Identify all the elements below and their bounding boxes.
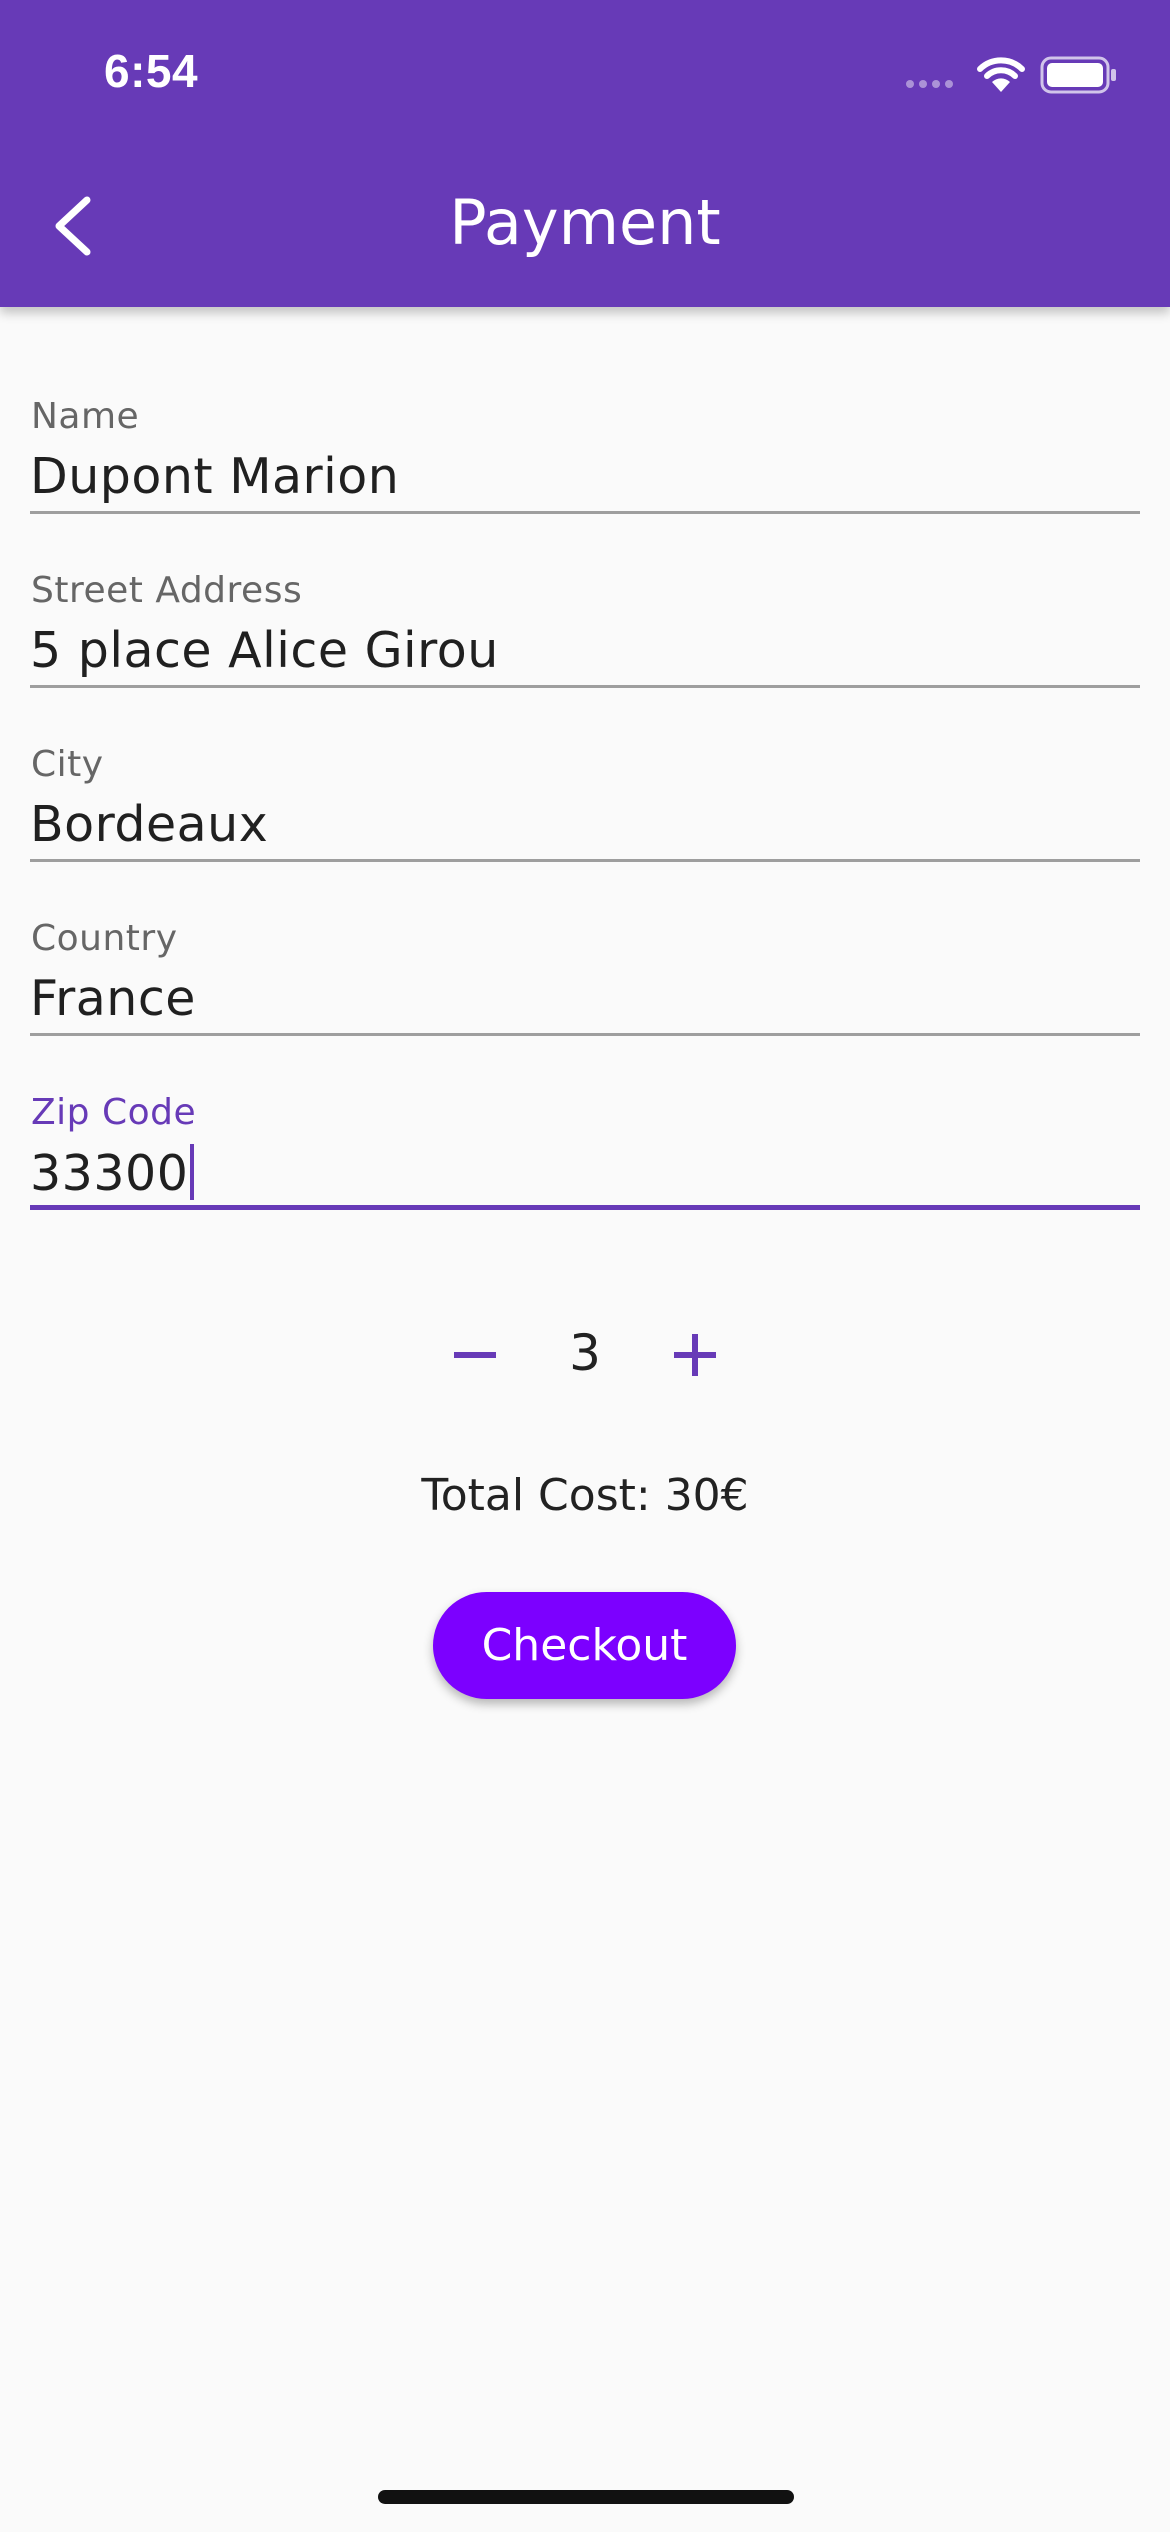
battery-icon bbox=[1040, 56, 1116, 94]
decrease-quantity-button[interactable] bbox=[420, 1300, 530, 1410]
city-value: Bordeaux bbox=[30, 796, 269, 853]
country-field[interactable]: Country France bbox=[30, 862, 1140, 1036]
zip-code-value-wrap: 33300 bbox=[30, 1144, 195, 1202]
street-address-label: Street Address bbox=[31, 570, 303, 611]
page-title: Payment bbox=[449, 186, 721, 259]
country-value: France bbox=[30, 970, 196, 1027]
cellular-signal-icon bbox=[906, 80, 953, 88]
wifi-icon bbox=[977, 57, 1025, 92]
country-label: Country bbox=[31, 918, 178, 959]
total-cost: Total Cost: 30€ bbox=[421, 1470, 749, 1521]
status-time: 6:54 bbox=[104, 45, 199, 97]
name-value: Dupont Marion bbox=[30, 448, 400, 505]
checkout-button[interactable]: Checkout bbox=[433, 1592, 736, 1699]
zip-code-value: 33300 bbox=[30, 1145, 189, 1202]
plus-icon bbox=[674, 1334, 716, 1376]
name-field[interactable]: Name Dupont Marion bbox=[30, 340, 1140, 514]
zip-code-label: Zip Code bbox=[31, 1092, 197, 1133]
street-address-field[interactable]: Street Address 5 place Alice Girou bbox=[30, 514, 1140, 688]
zip-code-field[interactable]: Zip Code 33300 bbox=[30, 1036, 1140, 1210]
name-label: Name bbox=[31, 396, 140, 437]
city-field[interactable]: City Bordeaux bbox=[30, 688, 1140, 862]
quantity-stepper: 3 bbox=[420, 1300, 750, 1410]
increase-quantity-button[interactable] bbox=[640, 1300, 750, 1410]
payment-screen: 6:54 Payment Name Dupont Marion Street A… bbox=[0, 0, 1170, 2532]
quantity-value: 3 bbox=[569, 1324, 601, 1382]
street-address-value: 5 place Alice Girou bbox=[30, 622, 499, 679]
minus-icon bbox=[454, 1352, 496, 1358]
city-label: City bbox=[31, 744, 104, 785]
app-header: 6:54 Payment bbox=[0, 0, 1170, 307]
text-cursor bbox=[190, 1144, 195, 1200]
field-underline-focused bbox=[30, 1205, 1140, 1210]
home-indicator[interactable] bbox=[378, 2490, 794, 2504]
